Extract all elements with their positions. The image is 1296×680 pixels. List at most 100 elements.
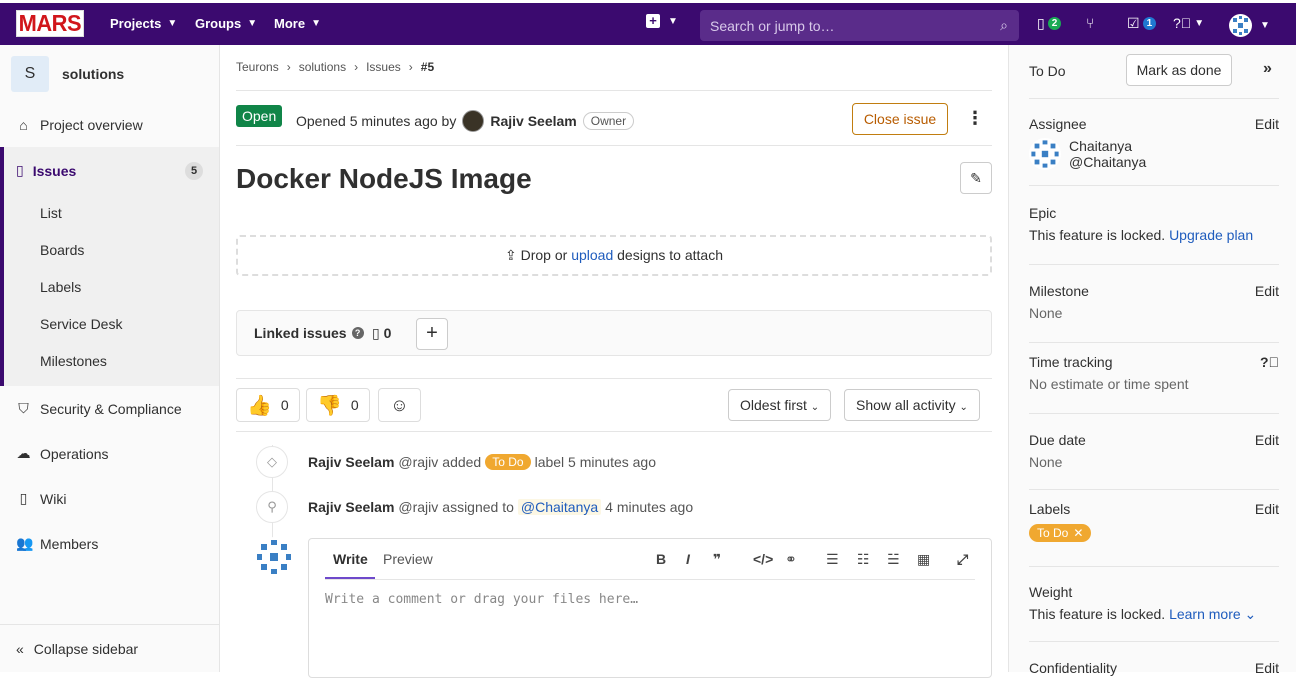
todos-button[interactable]: ☑ 1 bbox=[1127, 15, 1157, 32]
table-icon[interactable]: ▦ bbox=[917, 551, 930, 568]
close-icon[interactable]: ✕ bbox=[1073, 526, 1083, 540]
new-dropdown-button[interactable]: + ▼ bbox=[646, 14, 678, 28]
issues-nav-button[interactable]: ▯ 2 bbox=[1037, 15, 1062, 32]
code-icon[interactable]: </> bbox=[753, 551, 773, 567]
sidebar-item-milestones[interactable]: Milestones bbox=[40, 353, 107, 369]
design-dropzone[interactable]: ⇪ Drop or upload designs to attach bbox=[236, 235, 992, 276]
author-avatar[interactable] bbox=[462, 110, 485, 132]
assignee-name[interactable]: Chaitanya bbox=[1069, 138, 1146, 154]
bullet-list-icon[interactable]: ☰ bbox=[826, 551, 839, 568]
due-date-section: Due date Edit None bbox=[1029, 432, 1279, 490]
tab-preview[interactable]: Preview bbox=[383, 551, 433, 567]
question-icon[interactable]: ?⃝ bbox=[1260, 354, 1279, 370]
chevron-down-icon: ⌄ bbox=[810, 402, 820, 413]
fullscreen-icon[interactable]: ⤢ bbox=[957, 551, 968, 568]
add-linked-issue-button[interactable]: + bbox=[416, 318, 448, 350]
task-list-icon[interactable]: ☱ bbox=[887, 551, 900, 568]
bold-icon[interactable]: B bbox=[656, 551, 666, 567]
sort-dropdown[interactable]: Oldest first ⌄ bbox=[728, 389, 832, 421]
help-button[interactable]: ?⃝ ▼ bbox=[1173, 15, 1204, 31]
sidebar-item-labels[interactable]: Labels bbox=[40, 279, 81, 295]
italic-icon[interactable]: I bbox=[686, 551, 690, 567]
merge-request-icon: ⑂ bbox=[1086, 15, 1095, 31]
issue-meta: Opened 5 minutes ago by Rajiv Seelam Own… bbox=[296, 110, 635, 132]
chevron-down-icon: ▼ bbox=[311, 18, 321, 29]
assignee-section: Assignee Edit Chaitanya @Chaitanya bbox=[1029, 116, 1279, 186]
top-navbar: MARS Projects ▼ Groups ▼ More ▼ + ▼ Search o… bbox=[0, 0, 1296, 45]
weight-section: Weight This feature is locked. Learn mor… bbox=[1029, 584, 1279, 642]
mr-count-badge: 2 bbox=[1047, 17, 1062, 30]
breadcrumb-item[interactable]: Issues bbox=[366, 60, 401, 74]
sidebar-item-boards[interactable]: Boards bbox=[40, 242, 84, 258]
edit-assignee-link[interactable]: Edit bbox=[1255, 116, 1279, 132]
edit-confidentiality-link[interactable]: Edit bbox=[1255, 660, 1279, 676]
tab-write[interactable]: Write bbox=[333, 551, 368, 567]
todo-count-badge: 1 bbox=[1142, 17, 1157, 30]
thumbs-up-icon: 👍 bbox=[247, 394, 272, 417]
labels-section: Labels Edit To Do ✕ bbox=[1029, 501, 1279, 567]
author-link[interactable]: Rajiv Seelam bbox=[490, 113, 576, 129]
comment-textarea[interactable]: Write a comment or drag your files here… bbox=[325, 592, 638, 607]
sidebar-item-members[interactable]: 👥 Members bbox=[16, 535, 98, 552]
breadcrumb-item[interactable]: Teurons bbox=[236, 60, 279, 74]
upgrade-plan-link[interactable]: Upgrade plan bbox=[1169, 227, 1253, 243]
breadcrumb-item[interactable]: solutions bbox=[299, 60, 346, 74]
quote-icon[interactable]: ❞ bbox=[713, 551, 721, 568]
edit-due-date-link[interactable]: Edit bbox=[1255, 432, 1279, 448]
assignee-handle: @Chaitanya bbox=[1069, 154, 1147, 170]
time-tracking-title: Time tracking bbox=[1029, 354, 1113, 370]
sidebar-item-issues[interactable]: ▯ Issues bbox=[16, 162, 76, 179]
nav-projects[interactable]: Projects ▼ bbox=[110, 16, 177, 31]
nav-groups[interactable]: Groups ▼ bbox=[195, 16, 257, 31]
note-author[interactable]: Rajiv Seelam bbox=[308, 499, 394, 515]
more-actions-icon[interactable]: ⋮ bbox=[966, 108, 984, 129]
todo-label[interactable]: To Do ✕ bbox=[1029, 524, 1092, 542]
sidebar-item-operations[interactable]: ☁ Operations bbox=[16, 445, 109, 462]
breadcrumb-item[interactable]: #5 bbox=[421, 60, 434, 74]
edit-labels-link[interactable]: Edit bbox=[1255, 501, 1279, 517]
chevron-down-icon: ▼ bbox=[1194, 17, 1205, 29]
mark-as-done-button[interactable]: Mark as done bbox=[1126, 54, 1232, 86]
upload-link[interactable]: upload bbox=[571, 247, 613, 263]
search-input[interactable]: Search or jump to… ⌕ bbox=[700, 10, 1019, 41]
collapse-sidebar-button[interactable]: «Collapse sidebar bbox=[0, 624, 219, 672]
issues-icon: ▯ bbox=[372, 325, 380, 341]
sidebar-item-security[interactable]: ⛉ Security & Compliance bbox=[16, 400, 181, 417]
thumbs-up-button[interactable]: 👍 0 bbox=[236, 388, 300, 422]
user-mention[interactable]: @Chaitanya bbox=[517, 499, 602, 515]
sidebar-item-list[interactable]: List bbox=[40, 205, 62, 221]
confidentiality-title: Confidentiality bbox=[1029, 660, 1117, 676]
close-issue-button[interactable]: Close issue bbox=[852, 103, 948, 135]
sidebar-item-service-desk[interactable]: Service Desk bbox=[40, 316, 122, 332]
nav-more[interactable]: More ▼ bbox=[274, 16, 321, 31]
users-icon: 👥 bbox=[16, 535, 34, 551]
user-avatar[interactable] bbox=[1229, 14, 1252, 37]
system-note: Rajiv Seelam @rajiv assigned to @Chaitan… bbox=[308, 499, 694, 515]
merge-requests-button[interactable]: ⑂ bbox=[1086, 15, 1094, 31]
sidebar-item-wiki[interactable]: ▯ Wiki bbox=[16, 490, 67, 507]
chevron-down-icon: ▼ bbox=[167, 18, 178, 29]
add-reaction-button[interactable]: ☺ bbox=[378, 388, 421, 422]
question-icon[interactable]: ? bbox=[351, 327, 364, 339]
learn-more-link[interactable]: Learn more bbox=[1169, 606, 1241, 622]
project-header[interactable]: S solutions bbox=[11, 56, 124, 92]
numbered-list-icon[interactable]: ☷ bbox=[857, 551, 870, 568]
logo[interactable]: MARS bbox=[16, 10, 84, 37]
edit-milestone-link[interactable]: Edit bbox=[1255, 283, 1279, 299]
logo-text: MARS bbox=[18, 10, 82, 36]
link-icon[interactable]: ⚭ bbox=[785, 551, 797, 568]
chevron-down-icon: ▼ bbox=[668, 15, 678, 27]
chevron-down-icon: ▼ bbox=[247, 18, 258, 29]
sidebar-issues-section: ▯ Issues 5 List Boards Labels Service Des… bbox=[0, 147, 219, 386]
assignee-avatar[interactable] bbox=[1029, 138, 1061, 170]
linked-issues-label: Linked issues bbox=[254, 325, 347, 341]
sidebar-item-project-overview[interactable]: ⌂ Project overview bbox=[16, 117, 142, 133]
double-chevron-right-icon[interactable]: » bbox=[1263, 60, 1272, 78]
todo-label[interactable]: To Do bbox=[485, 454, 531, 470]
thumbs-down-button[interactable]: 👎 0 bbox=[306, 388, 370, 422]
chevron-down-icon: ⌄ bbox=[959, 402, 968, 413]
todo-section: To Do Mark as done bbox=[1029, 45, 1279, 99]
note-author[interactable]: Rajiv Seelam bbox=[308, 454, 394, 470]
activity-filter-dropdown[interactable]: Show all activity ⌄ bbox=[844, 389, 980, 421]
edit-title-button[interactable]: ✎ bbox=[960, 162, 992, 194]
